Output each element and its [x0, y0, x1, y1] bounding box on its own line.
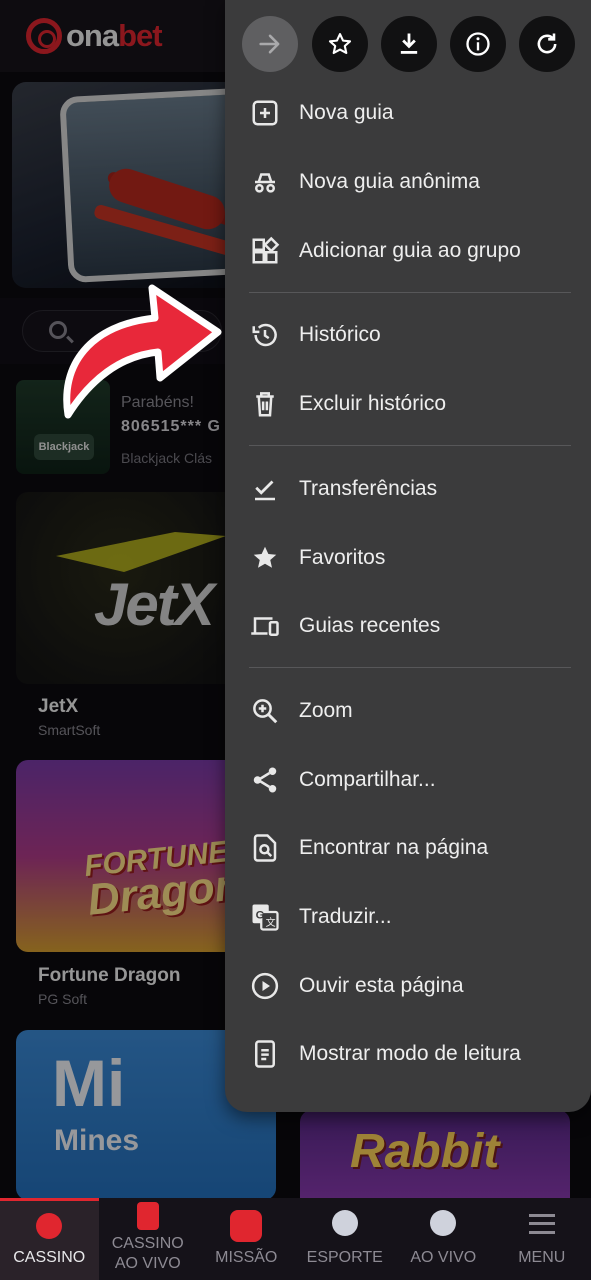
downloads-check-icon: [255, 480, 275, 501]
annotation-arrow-icon: [63, 284, 222, 419]
info-icon: [466, 32, 490, 56]
soccer-ball-icon: [331, 1210, 358, 1236]
menu-toolbar: [225, 0, 591, 90]
menu-divider: [249, 292, 571, 293]
nav-esporte[interactable]: ESPORTE: [296, 1198, 395, 1280]
menu-item-traduzir[interactable]: G文 Traduzir...: [225, 887, 591, 947]
menu-item-nova-guia-anonima[interactable]: Nova guia anônima: [225, 152, 591, 212]
translate-icon: G文: [252, 904, 279, 931]
target-icon: [230, 1210, 263, 1242]
menu-item-compartilhar[interactable]: Compartilhar...: [225, 750, 591, 810]
menu-item-modo-leitura[interactable]: Mostrar modo de leitura: [225, 1024, 591, 1084]
nav-cassino-ao-vivo[interactable]: CASSINO AO VIVO: [99, 1198, 198, 1280]
svg-text:文: 文: [266, 916, 276, 929]
menu-divider: [249, 445, 571, 446]
tab-group-icon: [252, 236, 280, 264]
nav-ao-vivo[interactable]: AO VIVO: [394, 1198, 493, 1280]
menu-item-transferencias[interactable]: Transferências: [225, 459, 591, 519]
find-in-page-icon: [253, 834, 277, 862]
devices-icon: [251, 617, 279, 636]
refresh-icon: [537, 33, 557, 54]
live-dealer-icon: [136, 1202, 159, 1230]
share-icon: [253, 767, 277, 793]
menu-item-guias-recentes[interactable]: Guias recentes: [225, 596, 591, 656]
zoom-icon: [253, 699, 278, 724]
live-ball-icon: [430, 1210, 457, 1236]
history-icon: [252, 323, 277, 347]
refresh-button[interactable]: [519, 16, 575, 72]
trash-icon: [256, 392, 274, 417]
menu-item-nova-guia[interactable]: Nova guia: [225, 83, 591, 143]
forward-icon: [259, 34, 280, 54]
star-icon: [328, 33, 352, 55]
download-button[interactable]: [381, 16, 437, 72]
menu-item-zoom[interactable]: Zoom: [225, 681, 591, 741]
menu-item-historico[interactable]: Histórico: [225, 305, 591, 365]
reader-mode-icon: [255, 1040, 275, 1068]
new-tab-icon: [252, 100, 278, 126]
crown-icon: [36, 1213, 63, 1239]
browser-overflow-menu: Nova guia Nova guia anônima Adicionar gu…: [225, 0, 591, 1112]
menu-item-adicionar-grupo[interactable]: Adicionar guia ao grupo: [225, 221, 591, 281]
menu-divider: [249, 667, 571, 668]
download-icon: [400, 33, 418, 54]
page-info-button[interactable]: [450, 16, 506, 72]
menu-item-favoritos[interactable]: Favoritos: [225, 528, 591, 588]
menu-item-encontrar[interactable]: Encontrar na página: [225, 818, 591, 878]
nav-cassino[interactable]: CASSINO: [0, 1198, 99, 1280]
play-icon: [251, 972, 279, 1000]
menu-item-excluir-historico[interactable]: Excluir histórico: [225, 374, 591, 434]
nav-menu[interactable]: MENU: [493, 1198, 591, 1280]
incognito-icon: [255, 173, 275, 193]
svg-text:G: G: [256, 909, 265, 921]
bottom-navigation: CASSINO CASSINO AO VIVO MISSÃO ESPORTE A…: [0, 1198, 591, 1280]
forward-button[interactable]: [242, 16, 298, 72]
nav-missao[interactable]: MISSÃO: [197, 1198, 296, 1280]
menu-item-ouvir[interactable]: Ouvir esta página: [225, 956, 591, 1016]
bookmark-star-icon: [253, 546, 277, 568]
hamburger-icon: [528, 1214, 555, 1234]
bookmark-button[interactable]: [312, 16, 368, 72]
